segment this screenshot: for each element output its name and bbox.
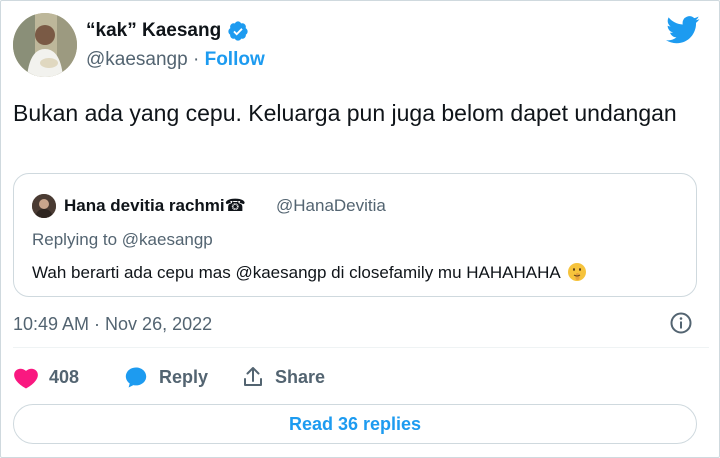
reply-bubble-icon [125,367,147,388]
quoted-author-name[interactable]: Hana devitia rachmi☎ [64,196,246,216]
heart-icon [14,368,38,389]
share-label: Share [275,366,326,387]
author-name-row[interactable]: “kak” Kaesang [86,20,249,42]
author-handle-line: @kaesangp · Follow [86,49,265,71]
quoted-author-avatar[interactable] [32,194,56,218]
tweet-actions: 408 Reply Share [13,363,325,391]
like-button[interactable]: 408 [13,365,111,389]
shushing-face-emoji-icon [567,263,586,281]
quoted-tweet[interactable]: Hana devitia rachmi☎ @HanaDevitia Replyi… [13,173,697,297]
read-replies-button[interactable]: Read 36 replies [13,404,697,444]
author-display-name[interactable]: “kak” Kaesang [86,20,221,42]
like-count: 408 [49,366,80,387]
replying-to-line: Replying to @kaesangp [32,230,213,249]
reply-label: Reply [159,366,209,387]
tweet-text: Bukan ada yang cepu. Keluarga pun juga b… [13,100,677,126]
author-avatar[interactable] [13,13,77,77]
tweet-embed-card: “kak” Kaesang @kaesangp · Follow Bukan a… [0,0,720,458]
quoted-tweet-text-row: Wah berarti ada cepu mas @kaesangp di cl… [32,262,587,283]
verified-badge-icon [228,21,248,41]
info-icon[interactable] [669,311,693,335]
quoted-tweet-text: Wah berarti ada cepu mas @kaesangp di cl… [32,263,561,282]
quoted-author-handle[interactable]: @HanaDevitia [276,196,386,216]
handle-separator: · [187,49,205,70]
share-button[interactable]: Share [241,365,325,389]
reply-button[interactable]: Reply [123,365,241,389]
author-handle[interactable]: @kaesangp [86,49,188,70]
divider [13,347,709,348]
tweet-timestamp[interactable]: 10:49 AM · Nov 26, 2022 [13,314,212,335]
read-replies-label: Read 36 replies [288,413,422,434]
follow-button[interactable]: Follow [205,49,265,70]
twitter-logo-icon[interactable] [666,15,700,45]
share-icon [244,367,262,386]
